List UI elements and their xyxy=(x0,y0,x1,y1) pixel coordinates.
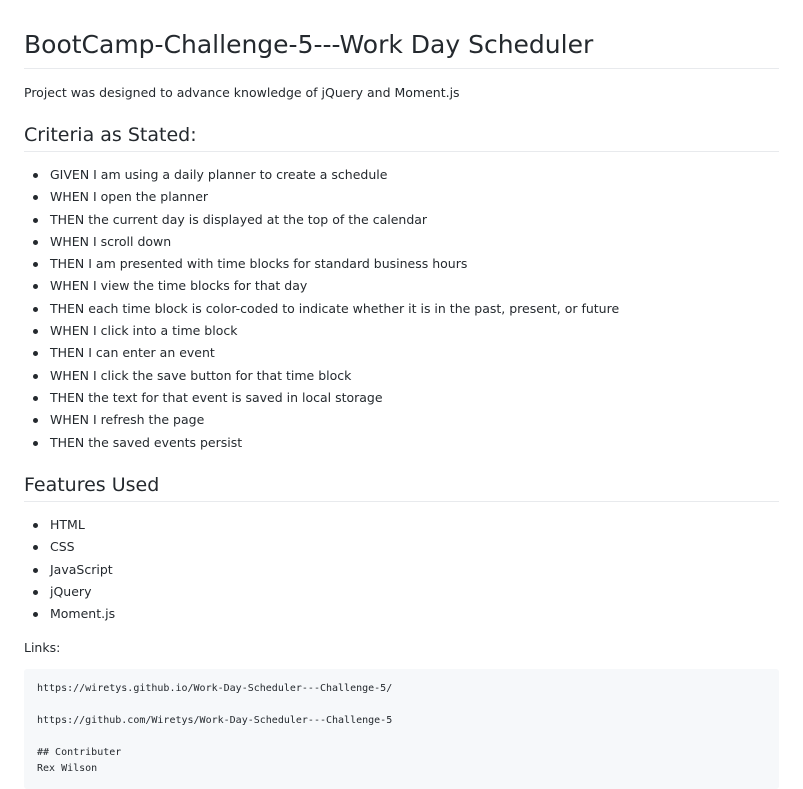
title-divider xyxy=(24,68,779,69)
list-item: JavaScript xyxy=(33,559,115,581)
list-item: THEN the current day is displayed at the… xyxy=(33,209,619,231)
list-item: GIVEN I am using a daily planner to crea… xyxy=(33,164,619,186)
bullet-icon xyxy=(33,545,38,551)
code-line-contributer-heading: ## Contributer xyxy=(37,747,122,758)
list-item: CSS xyxy=(33,536,115,558)
bullet-icon xyxy=(33,329,38,335)
bullet-icon xyxy=(33,217,38,223)
list-item: Moment.js xyxy=(33,603,115,625)
code-block: https://wiretys.github.io/Work-Day-Sched… xyxy=(24,669,779,789)
list-item: jQuery xyxy=(33,581,115,603)
list-item: THEN I can enter an event xyxy=(33,342,619,364)
bullet-icon xyxy=(33,195,38,201)
bullet-icon xyxy=(33,395,38,401)
list-item: THEN the text for that event is saved in… xyxy=(33,387,619,409)
bullet-icon xyxy=(33,418,38,424)
list-item: WHEN I refresh the page xyxy=(33,409,619,431)
page-title: BootCamp-Challenge-5---Work Day Schedule… xyxy=(24,30,594,59)
list-item: HTML xyxy=(33,514,115,536)
code-line-repo-url: https://github.com/Wiretys/Work-Day-Sche… xyxy=(37,715,393,726)
bullet-icon xyxy=(33,373,38,379)
bullet-icon xyxy=(33,589,38,595)
bullet-icon xyxy=(33,351,38,357)
code-line-contributer-name: Rex Wilson xyxy=(37,763,98,774)
list-item: THEN each time block is color-coded to i… xyxy=(33,298,619,320)
criteria-divider xyxy=(24,151,779,152)
bullet-icon xyxy=(33,440,38,446)
list-item: WHEN I click into a time block xyxy=(33,320,619,342)
criteria-list: GIVEN I am using a daily planner to crea… xyxy=(24,164,619,454)
list-item: WHEN I open the planner xyxy=(33,186,619,208)
features-heading: Features Used xyxy=(24,474,160,496)
list-item: WHEN I click the save button for that ti… xyxy=(33,365,619,387)
bullet-icon xyxy=(33,567,38,573)
list-item: WHEN I view the time blocks for that day xyxy=(33,275,619,297)
features-list: HTML CSS JavaScript jQuery Moment.js xyxy=(24,514,115,625)
bullet-icon xyxy=(33,173,38,178)
bullet-icon xyxy=(33,284,38,290)
bullet-icon xyxy=(33,523,38,528)
list-item: THEN I am presented with time blocks for… xyxy=(33,253,619,275)
code-line-live-url: https://wiretys.github.io/Work-Day-Sched… xyxy=(37,683,393,694)
bullet-icon xyxy=(33,239,38,245)
features-divider xyxy=(24,501,779,502)
list-item: THEN the saved events persist xyxy=(33,432,619,454)
bullet-icon xyxy=(33,612,38,618)
bullet-icon xyxy=(33,262,38,268)
bullet-icon xyxy=(33,306,38,312)
readme-content: BootCamp-Challenge-5---Work Day Schedule… xyxy=(0,0,803,789)
criteria-heading: Criteria as Stated: xyxy=(24,124,197,146)
intro-paragraph: Project was designed to advance knowledg… xyxy=(24,85,460,100)
links-label: Links: xyxy=(24,640,61,655)
list-item: WHEN I scroll down xyxy=(33,231,619,253)
